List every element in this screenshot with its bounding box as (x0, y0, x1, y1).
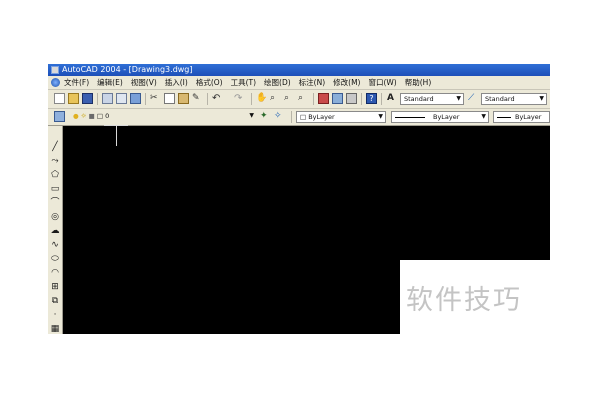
chevron-down-icon: ▼ (456, 95, 461, 102)
rectangle-icon[interactable]: ▭ (50, 184, 60, 194)
layer-previous-icon[interactable]: ✧ (274, 111, 285, 122)
layers-properties-toolbar: ● ☼ ■ □ 0 ▼ ✦ ✧ □ ByLayer ▼ ByLayer ▼ ByLa… (48, 109, 550, 126)
properties-icon[interactable] (318, 93, 329, 104)
text-style-value: Standard (404, 95, 434, 103)
circle-icon[interactable]: ◎ (50, 212, 60, 222)
open-file-icon[interactable] (68, 93, 79, 104)
pan-icon[interactable]: ✋ (256, 93, 267, 104)
menu-window[interactable]: 窗口(W) (368, 78, 396, 87)
arc-icon[interactable]: ⌒ (50, 198, 60, 208)
chevron-down-icon: ▼ (249, 112, 254, 119)
line-icon[interactable]: ╱ (50, 142, 60, 152)
watermark-text: 软件技巧 (406, 285, 522, 316)
draw-toolbar: ╱ ⤳ ⬠ ▭ ⌒ ◎ ☁ ∿ ⬭ ◠ ⊞ ⧉ · ▦ (48, 126, 63, 334)
menu-dimension[interactable]: 标注(N) (299, 78, 325, 87)
linetype-value: ByLayer (433, 113, 460, 121)
print-icon[interactable] (102, 93, 113, 104)
menu-bar: 文件(F) 编辑(E) 视图(V) 插入(I) 格式(O) 工具(T) 绘图(D) 标注(N)… (48, 76, 550, 90)
match-properties-icon[interactable]: ✎ (192, 93, 203, 104)
crosshair-vertical (116, 126, 117, 146)
insert-block-icon[interactable]: ⊞ (50, 282, 60, 292)
menu-file[interactable]: 文件(F) (64, 78, 89, 87)
menu-tools[interactable]: 工具(T) (231, 78, 256, 87)
menu-edit[interactable]: 编辑(E) (97, 78, 123, 87)
color-value: ByLayer (308, 113, 335, 121)
make-block-icon[interactable]: ⧉ (50, 296, 60, 306)
publish-icon[interactable] (130, 93, 141, 104)
menu-view[interactable]: 视图(V) (131, 78, 157, 87)
make-current-layer-icon[interactable]: ✦ (260, 111, 271, 122)
help-icon[interactable]: ? (366, 93, 377, 104)
undo-icon[interactable]: ↶ (212, 93, 223, 104)
ellipse-icon[interactable]: ⬭ (50, 254, 60, 264)
window-title: AutoCAD 2004 - [Drawing3.dwg] (62, 65, 193, 74)
hatch-icon[interactable]: ▦ (50, 324, 60, 334)
chevron-down-icon: ▼ (539, 95, 544, 102)
copy-icon[interactable] (164, 93, 175, 104)
lineweight-sample (497, 116, 511, 118)
menu-format[interactable]: 格式(O) (196, 78, 223, 87)
layer-select[interactable]: ● ☼ ■ □ 0 ▼ (70, 111, 256, 123)
layer-lock-icon: ■ (88, 112, 95, 120)
layer-color-swatch: □ (96, 112, 104, 120)
zoom-realtime-icon[interactable]: ⌕ (270, 93, 281, 104)
dim-style-select[interactable]: Standard ▼ (481, 93, 547, 105)
menu-help[interactable]: 帮助(H) (405, 78, 432, 87)
app-icon (51, 66, 59, 74)
lineweight-value: ByLayer (515, 113, 542, 121)
point-icon[interactable]: · (50, 310, 60, 320)
redo-icon[interactable]: ↷ (234, 93, 245, 104)
title-bar: AutoCAD 2004 - [Drawing3.dwg] (48, 64, 550, 76)
color-swatch: □ (300, 113, 309, 121)
design-center-icon[interactable] (332, 93, 343, 104)
linetype-sample (395, 116, 425, 118)
text-style-icon: A (387, 93, 394, 103)
revision-cloud-icon[interactable]: ☁ (50, 226, 60, 236)
chevron-down-icon: ▼ (378, 113, 383, 120)
layer-freeze-icon: ☼ (80, 112, 87, 120)
lineweight-select[interactable]: ByLayer (493, 111, 550, 123)
print-preview-icon[interactable] (116, 93, 127, 104)
save-icon[interactable] (82, 93, 93, 104)
ellipse-arc-icon[interactable]: ◠ (50, 268, 60, 278)
paste-icon[interactable] (178, 93, 189, 104)
dim-style-value: Standard (485, 95, 515, 103)
color-select[interactable]: □ ByLayer ▼ (296, 111, 386, 123)
zoom-previous-icon[interactable]: ⌕ (298, 93, 309, 104)
spline-icon[interactable]: ∿ (50, 240, 60, 250)
standard-toolbar: ✂ ✎ ↶ ↷ ✋ ⌕ ⌕ ⌕ ? A Standard ▼ ⟋ Standard… (48, 90, 550, 109)
layer-value: 0 (105, 112, 110, 120)
construction-line-icon[interactable]: ⤳ (50, 156, 60, 166)
chevron-down-icon: ▼ (481, 113, 486, 120)
zoom-window-icon[interactable]: ⌕ (284, 93, 295, 104)
document-menu-icon[interactable] (51, 78, 60, 87)
menu-modify[interactable]: 修改(M) (333, 78, 360, 87)
layer-on-icon: ● (73, 112, 79, 120)
dim-style-icon: ⟋ (468, 93, 475, 103)
linetype-select[interactable]: ByLayer ▼ (391, 111, 489, 123)
layer-manager-icon[interactable] (54, 111, 65, 122)
new-file-icon[interactable] (54, 93, 65, 104)
menu-insert[interactable]: 插入(I) (165, 78, 188, 87)
text-style-select[interactable]: Standard ▼ (400, 93, 464, 105)
menu-draw[interactable]: 绘图(D) (264, 78, 291, 87)
cut-icon[interactable]: ✂ (150, 93, 161, 104)
polygon-icon[interactable]: ⬠ (50, 170, 60, 180)
tool-palettes-icon[interactable] (346, 93, 357, 104)
